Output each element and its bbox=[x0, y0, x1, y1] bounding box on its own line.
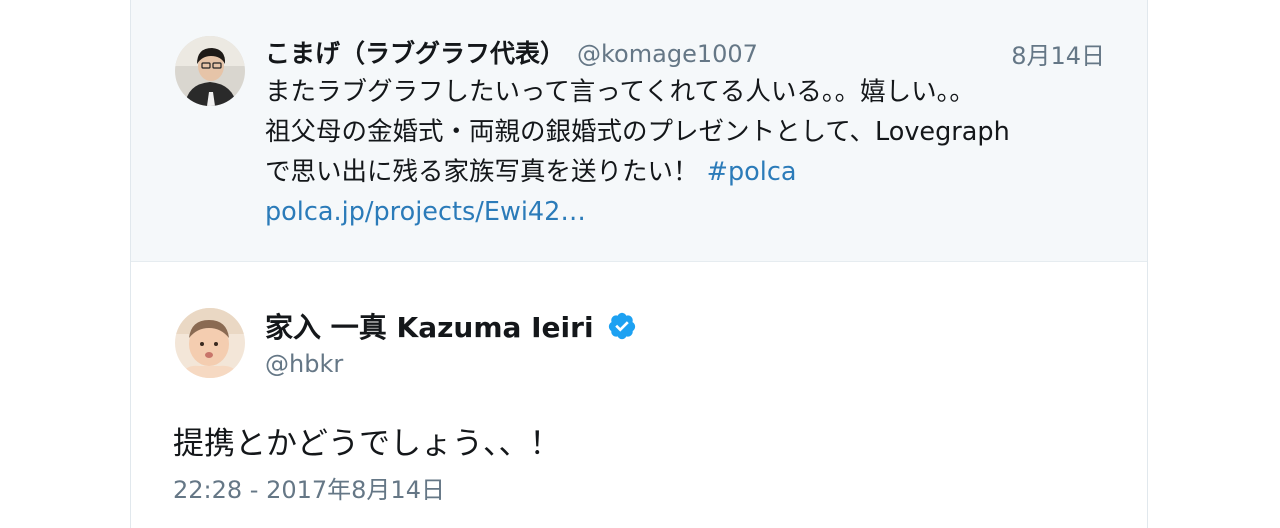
quoted-tweet[interactable]: こまげ（ラブグラフ代表） @komage1007 8月14日 またラブグラフしたい… bbox=[131, 0, 1147, 262]
quoted-handle[interactable]: @komage1007 bbox=[577, 40, 758, 68]
quoted-tweet-header: こまげ（ラブグラフ代表） @komage1007 8月14日 bbox=[265, 34, 1105, 74]
quoted-text-line: 祖父母の金婚式・両親の銀婚式のプレゼントとして、Lovegraph bbox=[265, 117, 1010, 147]
url-link[interactable]: polca.jp/projects/Ewi42… bbox=[265, 192, 1115, 232]
page: こまげ（ラブグラフ代表） @komage1007 8月14日 またラブグラフしたい… bbox=[0, 0, 1280, 528]
quoted-tweet-text: またラブグラフしたいって言ってくれてる人いる。。嬉しい。。 祖父母の金婚式・両親… bbox=[265, 72, 1115, 232]
main-display-name[interactable]: 家入 一真 Kazuma Ieiri bbox=[265, 311, 594, 344]
verified-badge-icon bbox=[607, 311, 637, 341]
quoted-text-line: またラブグラフしたいって言ってくれてる人いる。。嬉しい。。 bbox=[265, 77, 975, 107]
quoted-text-segment: で思い出に残る家族写真を送りたい！ bbox=[265, 157, 707, 187]
main-tweet-text: 提携とかどうでしょう、、！ bbox=[173, 426, 561, 462]
tweet-timestamp[interactable]: 22:28 - 2017年8月14日 bbox=[173, 470, 445, 505]
quoted-display-name[interactable]: こまげ（ラブグラフ代表） bbox=[265, 39, 565, 68]
quoted-date[interactable]: 8月14日 bbox=[1011, 36, 1105, 71]
main-handle[interactable]: @hbkr bbox=[265, 350, 343, 378]
hashtag-link[interactable]: #polca bbox=[707, 157, 797, 187]
tweet-card: こまげ（ラブグラフ代表） @komage1007 8月14日 またラブグラフしたい… bbox=[130, 0, 1148, 528]
main-tweet-header: 家入 一真 Kazuma Ieiri bbox=[265, 306, 637, 346]
quoted-user-avatar[interactable] bbox=[175, 36, 245, 106]
quoted-text-line: で思い出に残る家族写真を送りたい！ #polca bbox=[265, 152, 1115, 192]
main-user-avatar[interactable] bbox=[175, 308, 245, 378]
